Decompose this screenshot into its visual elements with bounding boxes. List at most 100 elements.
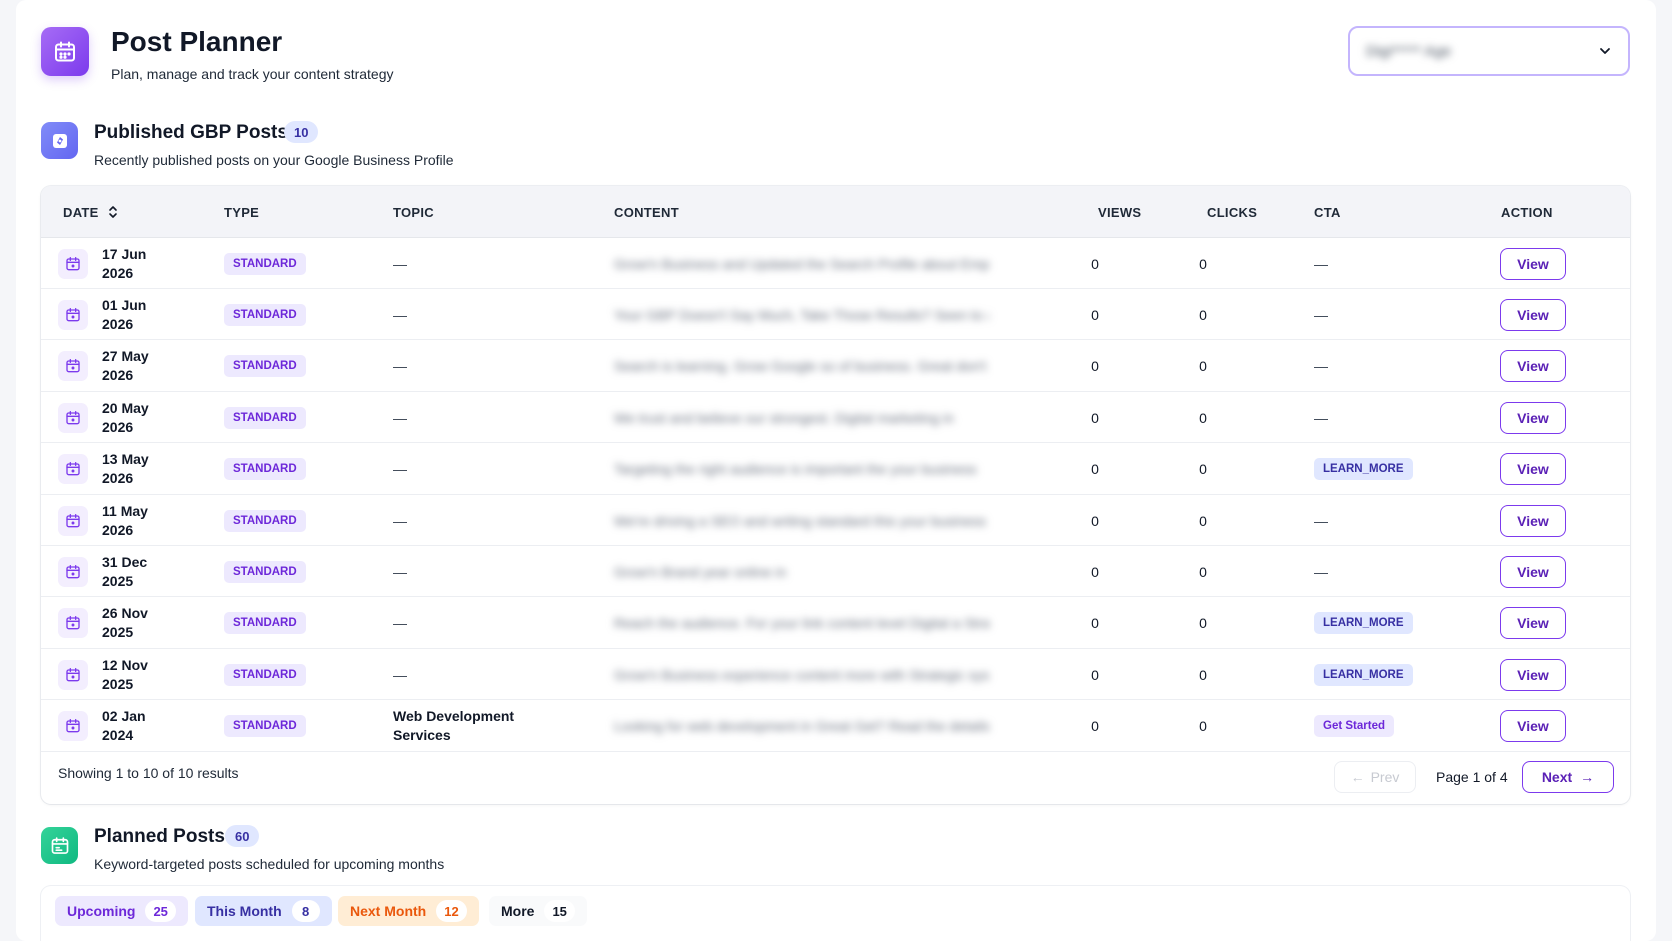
calendar-icon — [58, 351, 88, 382]
content-cell: Your GBP Doesn't Say Much, Take Those Re… — [614, 289, 989, 340]
tab-this-month-label: This Month — [207, 903, 282, 919]
views-cell: 0 — [1061, 341, 1129, 392]
post-content: We trust and believe our strongest. Digi… — [614, 409, 954, 426]
post-content: We're driving a SEO and writing standard… — [614, 512, 987, 529]
page-title: Post Planner — [111, 26, 283, 57]
prev-page-button[interactable]: ← Prev — [1334, 761, 1416, 793]
planned-calendar-icon — [41, 827, 78, 864]
post-topic: — — [393, 255, 407, 272]
column-action-header: ACTION — [1501, 204, 1553, 220]
clicks-cell: 0 — [1169, 289, 1237, 340]
post-date: 27 May 2026 — [102, 348, 149, 384]
clicks-value: 0 — [1199, 306, 1207, 323]
view-button[interactable]: View — [1500, 607, 1566, 640]
column-views-header: VIEWS — [1098, 204, 1142, 220]
view-button[interactable]: View — [1500, 658, 1566, 691]
view-button[interactable]: View — [1500, 504, 1566, 537]
clicks-value: 0 — [1199, 358, 1207, 375]
tab-this-month-count: 8 — [291, 900, 320, 922]
cta-value: — — [1314, 306, 1328, 323]
action-cell: View — [1500, 701, 1566, 752]
sort-icon[interactable] — [107, 205, 119, 219]
view-button[interactable]: View — [1500, 401, 1566, 434]
content-cell: Grow'n Brand year online in — [614, 546, 989, 597]
post-date: 26 Nov 2025 — [102, 605, 148, 641]
topic-cell: — — [393, 341, 407, 392]
cta-value: — — [1314, 563, 1328, 580]
views-value: 0 — [1091, 615, 1099, 632]
views-value: 0 — [1091, 461, 1099, 478]
cta-badge: Get Started — [1314, 715, 1394, 738]
cta-cell: LEARN_MORE — [1314, 649, 1413, 700]
cta-cell: LEARN_MORE — [1314, 598, 1413, 649]
tab-more[interactable]: More 15 — [489, 896, 587, 926]
date-cell: 11 May 2026 — [58, 495, 148, 546]
content-cell: Grow'n Business experience content more … — [614, 649, 989, 700]
post-topic: — — [393, 666, 407, 683]
account-select[interactable]: Digi***** Age — [1348, 26, 1630, 76]
views-cell: 0 — [1061, 392, 1129, 443]
clicks-cell: 0 — [1169, 546, 1237, 597]
views-value: 0 — [1091, 255, 1099, 272]
topic-cell: — — [393, 289, 407, 340]
tab-upcoming[interactable]: Upcoming 25 — [55, 896, 188, 926]
views-value: 0 — [1091, 718, 1099, 735]
next-page-button[interactable]: Next → — [1522, 761, 1614, 793]
views-cell: 0 — [1061, 289, 1129, 340]
cta-value: — — [1314, 512, 1328, 529]
table-row: 31 Dec 2025 STANDARD — Grow'n Brand year on… — [41, 546, 1630, 598]
clicks-value: 0 — [1199, 563, 1207, 580]
view-button[interactable]: View — [1500, 350, 1566, 383]
content-cell: We're driving a SEO and writing standard… — [614, 495, 989, 546]
topic-cell: — — [393, 238, 407, 289]
views-cell: 0 — [1061, 649, 1129, 700]
page-subtitle: Plan, manage and track your content stra… — [111, 66, 394, 82]
views-value: 0 — [1091, 512, 1099, 529]
cta-value: — — [1314, 358, 1328, 375]
action-cell: View — [1500, 598, 1566, 649]
post-date: 12 Nov 2025 — [102, 656, 148, 692]
views-cell: 0 — [1061, 701, 1129, 752]
arrow-left-icon: ← — [1350, 769, 1365, 785]
post-topic: — — [393, 461, 407, 478]
cta-cell: Get Started — [1314, 701, 1394, 752]
type-badge: STANDARD — [224, 715, 306, 738]
post-topic: — — [393, 563, 407, 580]
views-value: 0 — [1091, 358, 1099, 375]
view-button[interactable]: View — [1500, 298, 1566, 331]
post-content: Grow'n Business experience content more … — [614, 666, 989, 683]
chevron-down-icon — [1600, 48, 1610, 54]
clicks-cell: 0 — [1169, 444, 1237, 495]
view-button[interactable]: View — [1500, 555, 1566, 588]
post-date: 01 Jun 2026 — [102, 296, 147, 332]
tab-next-month[interactable]: Next Month 12 — [338, 896, 479, 926]
view-button[interactable]: View — [1500, 710, 1566, 743]
calendar-icon — [58, 659, 88, 690]
type-cell: STANDARD — [224, 392, 306, 443]
date-cell: 27 May 2026 — [58, 341, 149, 392]
page-indicator: Page 1 of 4 — [1436, 769, 1508, 785]
tab-this-month[interactable]: This Month 8 — [195, 896, 332, 926]
topic-cell: — — [393, 546, 407, 597]
planned-section-title: Planned Posts — [94, 826, 225, 847]
action-cell: View — [1500, 495, 1566, 546]
clicks-cell: 0 — [1169, 495, 1237, 546]
column-date-header[interactable]: DATE — [63, 186, 119, 238]
view-button[interactable]: View — [1500, 247, 1566, 280]
cta-value: — — [1314, 255, 1328, 272]
views-value: 0 — [1091, 563, 1099, 580]
date-cell: 02 Jan 2024 — [58, 701, 146, 752]
type-badge: STANDARD — [224, 663, 306, 686]
type-badge: STANDARD — [224, 406, 306, 429]
calendar-icon — [58, 711, 88, 742]
type-badge: STANDARD — [224, 458, 306, 481]
cta-badge: LEARN_MORE — [1314, 458, 1413, 481]
view-button[interactable]: View — [1500, 453, 1566, 486]
topic-cell: — — [393, 598, 407, 649]
type-badge: STANDARD — [224, 303, 306, 326]
clicks-cell: 0 — [1169, 341, 1237, 392]
cta-cell: — — [1314, 341, 1328, 392]
post-date: 31 Dec 2025 — [102, 553, 148, 589]
post-content: Reach the audience. For your link conten… — [614, 615, 989, 632]
clicks-value: 0 — [1199, 255, 1207, 272]
